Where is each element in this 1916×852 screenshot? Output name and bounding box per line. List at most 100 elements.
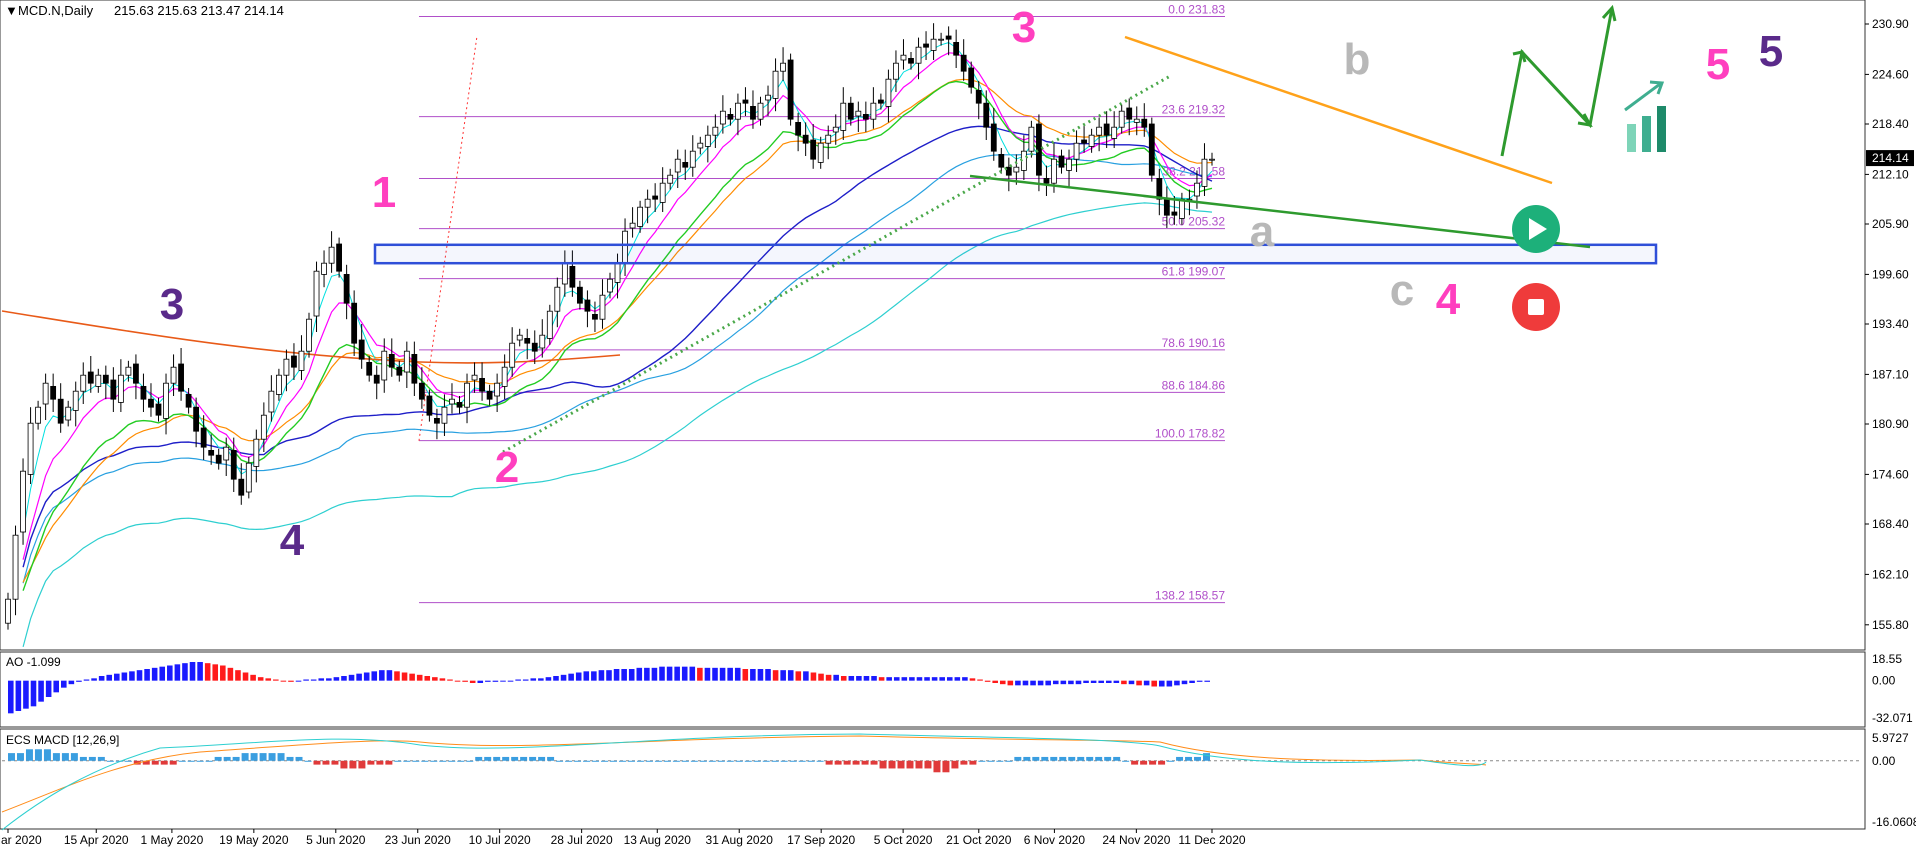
- ao-bar: [23, 680, 29, 709]
- ao-bar: [129, 671, 135, 681]
- candle-body: [599, 294, 606, 320]
- ao-bar: [326, 678, 332, 681]
- macd-bar: [34, 749, 42, 761]
- candle-body: [945, 35, 952, 40]
- macd-bar: [214, 756, 222, 761]
- support-zone-box[interactable]: [373, 243, 1658, 265]
- macd-bar: [762, 760, 770, 762]
- macd-bar: [726, 760, 734, 762]
- ao-bar: [1083, 680, 1089, 683]
- candle-body: [321, 262, 327, 275]
- macd-bar: [636, 760, 644, 762]
- ao-bar: [780, 670, 786, 681]
- ao-bar: [1204, 680, 1210, 682]
- macd-tick-label: 0.00: [1872, 754, 1896, 768]
- macd-bar: [744, 760, 752, 762]
- x-tick-label: 15 Apr 2020: [64, 833, 129, 847]
- macd-bar: [645, 760, 653, 762]
- candle-body: [983, 102, 990, 128]
- ao-bar: [45, 680, 52, 697]
- candle-body: [5, 598, 11, 624]
- candle-body: [441, 406, 448, 424]
- ao-bar: [439, 678, 446, 681]
- macd-bar: [358, 760, 366, 769]
- wave-label: 2: [495, 443, 519, 492]
- candle-body: [215, 454, 222, 464]
- candle-body: [900, 54, 907, 61]
- ao-bar: [182, 663, 188, 681]
- macd-bar: [160, 760, 168, 765]
- macd-bar: [295, 756, 303, 761]
- fib-label: 138.2 158.57: [1155, 589, 1225, 603]
- candle-body: [629, 222, 636, 229]
- wave-label: 4: [280, 516, 305, 565]
- ao-bar: [1098, 680, 1104, 683]
- macd-bar: [394, 760, 402, 762]
- candle-body: [208, 449, 215, 456]
- x-tick-label: 6 Nov 2020: [1024, 833, 1086, 847]
- candle-body: [539, 334, 546, 349]
- macd-bar: [1149, 760, 1157, 765]
- candle-body: [110, 379, 117, 400]
- candle-body: [930, 38, 937, 51]
- candle-body: [659, 182, 666, 203]
- macd-bar: [834, 760, 842, 765]
- macd-bar: [888, 760, 896, 769]
- macd-bar: [592, 760, 600, 762]
- candle-body: [95, 374, 102, 387]
- ao-bar: [1166, 680, 1173, 687]
- x-tick-label: 24 Nov 2020: [1102, 833, 1170, 847]
- ao-bar: [1015, 680, 1021, 686]
- candle-body: [1088, 134, 1095, 147]
- macd-bar: [367, 760, 375, 765]
- ao-bar: [174, 664, 181, 681]
- ao-bar: [8, 680, 14, 714]
- macd-bar: [843, 760, 851, 765]
- candle-body: [689, 150, 696, 168]
- candle-body: [546, 310, 553, 339]
- ao-bar: [810, 672, 817, 681]
- candle-body: [1111, 126, 1118, 139]
- ao-bar: [681, 666, 688, 681]
- macd-bar: [106, 760, 114, 762]
- macd-bar: [1077, 756, 1085, 761]
- wave-label: 5: [1706, 40, 1730, 89]
- candle-body: [1163, 198, 1170, 216]
- wave-label: 3: [1012, 3, 1036, 52]
- candle-body: [569, 265, 576, 288]
- ao-bar: [401, 672, 408, 681]
- candle-body: [65, 406, 72, 421]
- macd-bar: [699, 760, 707, 762]
- ao-bar: [30, 680, 37, 707]
- macd-bar: [690, 760, 698, 762]
- ao-bar: [568, 673, 574, 681]
- ao-tick-label: -32.071: [1872, 711, 1913, 725]
- macd-bar: [268, 753, 276, 761]
- chart-canvas[interactable]: ▼ MCD.N,Daily 215.63 215.63 213.47 214.1…: [0, 0, 1916, 847]
- macd-bar: [861, 760, 869, 765]
- candle-body: [878, 99, 884, 104]
- candle-body: [772, 70, 779, 99]
- ao-bar: [954, 677, 961, 681]
- macd-bar: [502, 756, 510, 761]
- macd-bar: [816, 760, 824, 762]
- ao-bar: [999, 680, 1006, 685]
- candle-body: [456, 401, 463, 408]
- fib-label: 61.8 199.07: [1162, 265, 1226, 279]
- candle-body: [1013, 166, 1020, 173]
- ao-bar: [689, 666, 696, 681]
- x-tick-label: 28 Jul 2020: [551, 833, 613, 847]
- candle-body: [577, 286, 583, 304]
- macd-bar: [654, 760, 662, 762]
- candle-body: [817, 142, 824, 163]
- ao-bar: [530, 678, 537, 681]
- ao-bar: [409, 673, 415, 681]
- ao-bar: [628, 669, 635, 681]
- ao-bar: [871, 676, 877, 681]
- macd-bar: [196, 760, 204, 762]
- ao-bar: [1022, 680, 1029, 686]
- ao-bar: [750, 669, 756, 681]
- ao-bar: [363, 672, 370, 681]
- ao-bar: [1007, 680, 1014, 686]
- candle-body: [915, 46, 922, 64]
